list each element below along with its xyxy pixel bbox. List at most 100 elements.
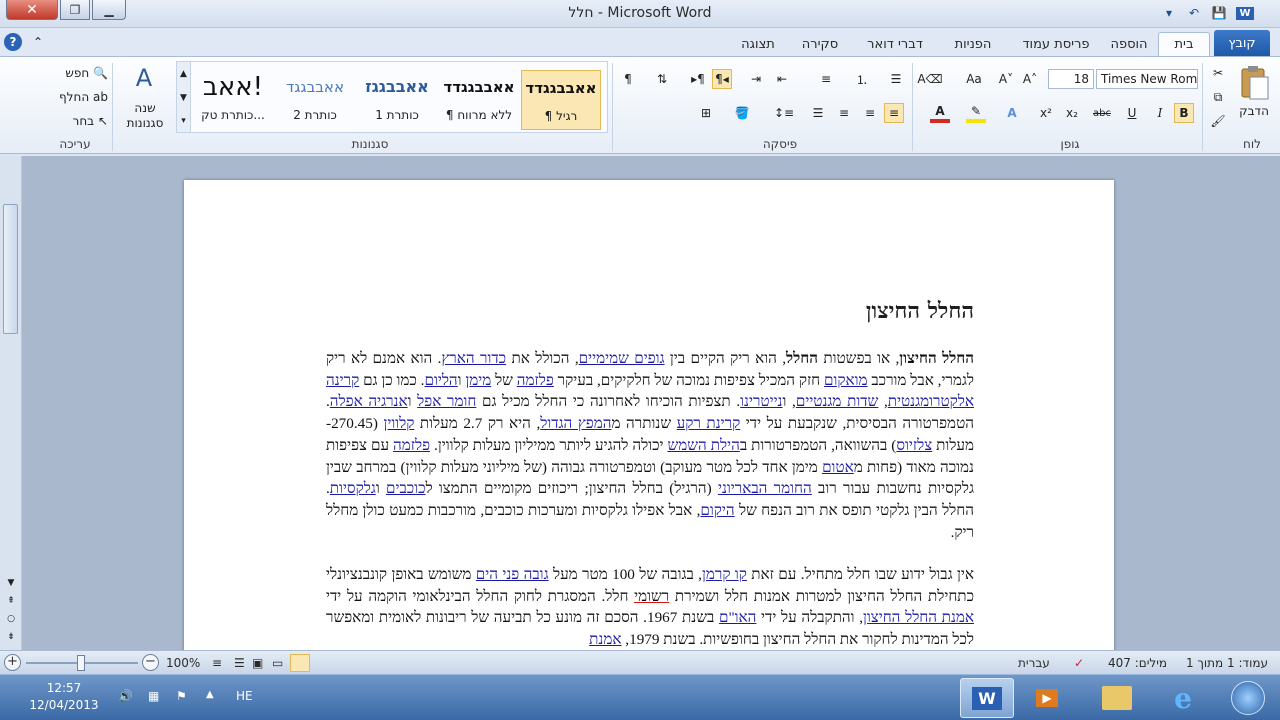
highlight-icon[interactable]: ✎ xyxy=(966,103,986,123)
undo-icon[interactable]: ↶ xyxy=(1185,4,1203,22)
next-page-icon[interactable]: ⇟ xyxy=(4,630,18,644)
bold-button[interactable]: B xyxy=(1174,103,1194,123)
font-size-combo[interactable]: 18 xyxy=(1048,69,1094,89)
change-styles-icon[interactable]: A xyxy=(126,63,162,93)
hyperlink[interactable]: גלקסיות xyxy=(330,480,376,497)
cut-icon[interactable]: ✂ xyxy=(1208,63,1228,83)
hyperlink[interactable]: אנרגיה אפלה xyxy=(330,393,408,410)
align-right-button[interactable]: ≡ xyxy=(884,103,904,123)
tab-review[interactable]: סקירה xyxy=(792,32,848,56)
find-button[interactable]: חפש 🔍 xyxy=(48,63,108,83)
scroll-thumb[interactable] xyxy=(3,204,18,334)
close-button[interactable]: ✕ xyxy=(6,0,58,20)
hyperlink[interactable]: גופים שמימיים xyxy=(579,350,665,367)
word-count[interactable]: מילים: 407 xyxy=(1108,656,1167,670)
style-no-spacing[interactable]: אאבבגגדד ¶ ללא מרווח xyxy=(439,70,519,130)
style-title[interactable]: אאב! כותרת טק... xyxy=(193,70,273,130)
hyperlink[interactable]: מימן xyxy=(465,372,491,389)
font-color-icon[interactable]: A xyxy=(930,103,950,123)
shrink-font-icon[interactable]: A˅ xyxy=(996,69,1016,89)
outline-view-icon[interactable]: ☰ xyxy=(234,656,245,670)
align-left-button[interactable]: ≡ xyxy=(834,103,854,123)
help-icon[interactable]: ? xyxy=(4,33,22,51)
hyperlink[interactable]: מואקום xyxy=(824,372,868,389)
zoom-in-button[interactable]: + xyxy=(4,654,21,671)
hyperlink[interactable]: קו קרמן xyxy=(702,566,747,583)
hyperlink[interactable]: צלזיוס xyxy=(896,437,932,454)
zoom-percentage[interactable]: 100% xyxy=(166,656,200,670)
tab-insert[interactable]: הוספה xyxy=(1104,32,1154,56)
hyperlink[interactable]: האו"ם xyxy=(719,609,756,626)
font-name-combo[interactable]: Times New Roman xyxy=(1096,69,1198,89)
start-button[interactable] xyxy=(1222,678,1274,718)
paste-label[interactable]: הדבק xyxy=(1232,103,1276,119)
proofing-icon[interactable]: ✓ xyxy=(1074,656,1084,670)
hyperlink[interactable]: פלזמה xyxy=(517,372,554,389)
ltr-direction-button[interactable]: ▸¶ xyxy=(688,69,708,89)
numbering-icon[interactable]: ⒈ xyxy=(852,69,872,89)
hyperlink[interactable]: החומר הבאריוני xyxy=(718,480,812,497)
sort-icon[interactable]: ⇅ xyxy=(652,69,672,89)
hyperlink[interactable]: נייטרינו xyxy=(740,393,782,410)
style-normal[interactable]: אאבבגגדד ¶ רגיל xyxy=(521,70,601,130)
previous-page-icon[interactable]: ⇞ xyxy=(4,594,18,608)
gallery-down-icon[interactable]: ▼ xyxy=(177,86,191,110)
input-language[interactable]: HE xyxy=(236,689,253,703)
tab-file[interactable]: קובץ xyxy=(1214,30,1270,56)
hyperlink[interactable]: כוכבים xyxy=(386,480,426,497)
full-screen-view-icon[interactable]: ▭ xyxy=(272,656,283,670)
left-scrollbar[interactable]: ▼ ⇞ ○ ⇟ xyxy=(0,156,22,650)
hyperlink[interactable]: המפץ הגדול xyxy=(540,415,611,432)
gallery-more-icon[interactable]: ▾ xyxy=(177,110,191,132)
copy-icon[interactable]: ⧉ xyxy=(1208,87,1228,107)
hyperlink[interactable]: קרינת רקע xyxy=(677,415,741,432)
change-styles-button[interactable]: שנה סגנונות xyxy=(118,99,172,133)
hyperlink[interactable]: אמנת xyxy=(589,631,621,648)
strikethrough-button[interactable]: abc xyxy=(1092,103,1112,123)
decrease-indent-icon[interactable]: ⇤ xyxy=(772,69,792,89)
change-case-icon[interactable]: Aa xyxy=(964,69,984,89)
taskbar-explorer[interactable] xyxy=(1090,678,1144,718)
word-app-icon[interactable]: W xyxy=(1236,4,1254,22)
qat-dropdown-icon[interactable]: ▾ xyxy=(1160,4,1178,22)
hyperlink[interactable]: אטום xyxy=(822,459,854,476)
page-count[interactable]: עמוד: 1 מתוך 1 xyxy=(1186,656,1268,670)
print-layout-view-icon[interactable] xyxy=(290,654,310,672)
taskbar-word[interactable]: W xyxy=(960,678,1014,718)
save-icon[interactable]: 💾 xyxy=(1210,4,1228,22)
justify-button[interactable]: ☰ xyxy=(808,103,828,123)
style-heading-1[interactable]: אאבבגגז כותרת 1 xyxy=(357,70,437,130)
tab-mailings[interactable]: דברי דואר xyxy=(856,32,934,56)
hyperlink[interactable]: היקום xyxy=(700,502,734,519)
select-button[interactable]: בחר ↖ xyxy=(48,111,108,131)
grow-font-icon[interactable]: A˄ xyxy=(1020,69,1040,89)
minimize-ribbon-icon[interactable]: ⌃ xyxy=(30,34,46,50)
language-indicator[interactable]: עברית xyxy=(1018,656,1050,670)
maximize-button[interactable]: ❐ xyxy=(60,0,90,20)
show-hidden-icons[interactable]: ▲ xyxy=(206,689,214,700)
volume-icon[interactable]: 🔊 xyxy=(118,689,133,703)
multilevel-list-icon[interactable]: ≡ xyxy=(816,69,836,89)
network-icon[interactable]: ▦ xyxy=(148,689,159,703)
tab-home[interactable]: בית xyxy=(1158,32,1210,56)
draft-view-icon[interactable]: ≡ xyxy=(212,656,222,670)
format-painter-icon[interactable]: 🖌 xyxy=(1208,111,1228,131)
document-paragraph-2[interactable]: אין גבול ידוע שבו חלל מתחיל. עם זאת קו ק… xyxy=(326,564,974,650)
hyperlink[interactable]: פלזמה xyxy=(393,437,430,454)
taskbar-internet-explorer[interactable]: e xyxy=(1156,678,1210,718)
line-spacing-icon[interactable]: ↕≡ xyxy=(774,103,794,123)
borders-icon[interactable]: ⊞ xyxy=(696,103,716,123)
shading-icon[interactable]: 🪣 xyxy=(732,103,752,123)
browse-object-icon[interactable]: ○ xyxy=(4,612,18,626)
hyperlink[interactable]: הליום xyxy=(424,372,457,389)
hyperlink[interactable]: אמנת החלל החיצון xyxy=(863,609,974,626)
hyperlink[interactable]: הילת השמש xyxy=(668,437,740,454)
paste-button[interactable] xyxy=(1234,63,1274,103)
text-effects-icon[interactable]: A xyxy=(1002,103,1022,123)
subscript-button[interactable]: x₂ xyxy=(1062,103,1082,123)
show-marks-icon[interactable]: ¶ xyxy=(618,69,638,89)
spelling-flag[interactable]: רשומי xyxy=(634,588,669,605)
action-center-icon[interactable]: ⚑ xyxy=(176,689,187,703)
document-heading[interactable]: החלל החיצון xyxy=(866,298,974,324)
hyperlink[interactable]: גובה פני הים xyxy=(476,566,549,583)
